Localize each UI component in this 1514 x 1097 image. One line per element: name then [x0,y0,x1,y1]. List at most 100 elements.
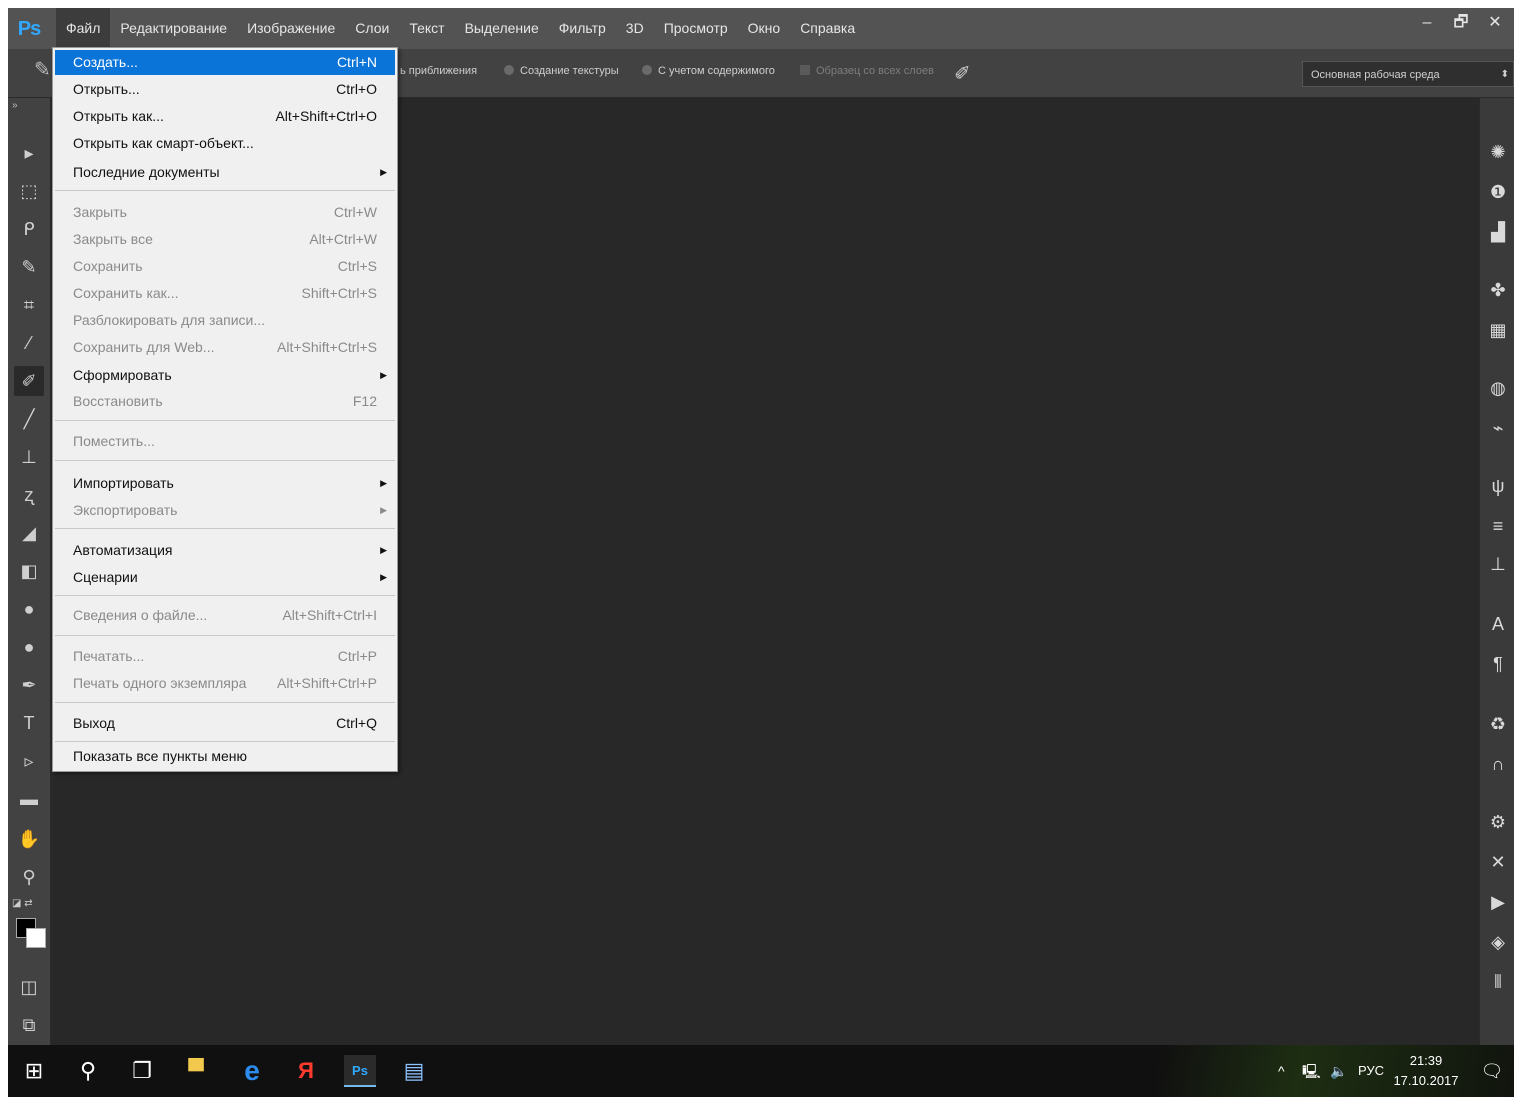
menu-item-exit[interactable]: Выход Ctrl+Q [55,711,395,736]
gradient-tool-icon[interactable]: ◧ [14,556,44,586]
menu-item-scripts[interactable]: Сценарии ▶ [55,565,395,590]
menu-item-file-info[interactable]: Сведения о файле... Alt+Shift+Ctrl+I [55,603,395,628]
yandex-browser-icon[interactable]: Я [290,1055,322,1087]
paths-panel-icon[interactable]: ∩ [1484,750,1512,778]
menu-edit[interactable]: Редактирование [110,8,237,49]
menu-item-print-one-copy[interactable]: Печать одного экземпляра Alt+Shift+Ctrl+P [55,671,395,696]
menu-item-close[interactable]: Закрыть Ctrl+W [55,200,395,225]
styles-panel-icon[interactable]: ✤ [1484,276,1512,304]
option-create-texture[interactable]: Создание текстуры [504,65,619,77]
clone-stamp-tool-icon[interactable]: ⊥ [14,442,44,472]
path-selection-tool-icon[interactable]: ▹ [14,746,44,776]
menu-item-import[interactable]: Импортировать ▶ [55,471,395,496]
pen-tool-icon[interactable]: ✒ [14,670,44,700]
menu-item-place[interactable]: Поместить... [55,429,395,454]
menu-window[interactable]: Окно [738,8,791,49]
menu-item-generate[interactable]: Сформировать ▶ [55,363,395,388]
eyedropper-tool-icon[interactable]: ⁄ [14,328,44,358]
blur-tool-icon[interactable]: ● [14,594,44,624]
crop-tool-icon[interactable]: ⌗ [14,290,44,320]
menu-3d[interactable]: 3D [616,8,654,49]
background-color-swatch[interactable] [26,928,46,948]
start-button-icon[interactable]: ⊞ [18,1055,50,1087]
menu-item-save-for-web[interactable]: Сохранить для Web... Alt+Shift+Ctrl+S [55,335,395,360]
notifications-icon[interactable]: 🗨3 [1478,1057,1506,1085]
rectangle-tool-icon[interactable]: ▬ [14,784,44,814]
navigator-panel-icon[interactable]: ◍ [1484,374,1512,402]
file-explorer-icon[interactable]: ▀ [180,1055,212,1087]
menu-item-open-as[interactable]: Открыть как... Alt+Shift+Ctrl+O [55,104,395,129]
menu-layers[interactable]: Слои [345,8,399,49]
menu-help[interactable]: Справка [790,8,865,49]
zoom-tool-icon[interactable]: ⚲ [14,862,44,892]
option-sample-all-layers[interactable]: Образец со всех слоев [800,65,934,77]
menu-item-print[interactable]: Печатать... Ctrl+P [55,644,395,669]
menu-item-open[interactable]: Открыть... Ctrl+O [55,77,395,102]
healing-brush-tool-icon[interactable]: ✐ [14,366,44,396]
quick-mask-icon[interactable]: ◫ [14,972,44,1002]
3d-panel-icon[interactable]: ♻ [1484,710,1512,738]
menu-item-export[interactable]: Экспортировать ▶ [55,498,395,523]
menu-type[interactable]: Текст [399,8,454,49]
adjustments-panel-icon[interactable]: ψ [1484,472,1512,500]
option-content-aware[interactable]: С учетом содержимого [642,65,775,77]
menu-image[interactable]: Изображение [237,8,345,49]
hand-tool-icon[interactable]: ✋ [14,824,44,854]
default-colors-icon[interactable]: ◪ ⇄ [12,898,33,909]
eraser-tool-icon[interactable]: ◢ [14,518,44,548]
swatches-panel-icon[interactable]: ▦ [1484,316,1512,344]
color-panel-icon[interactable]: ✺ [1484,138,1512,166]
timeline-panel-icon[interactable]: ⦀ [1484,968,1512,996]
search-icon[interactable]: ⚲ [72,1055,104,1087]
histogram-panel-icon[interactable]: ▟ [1484,218,1512,246]
network-icon[interactable]: 🖳 [1302,1045,1321,1097]
tray-overflow-icon[interactable]: ^ [1278,1045,1285,1097]
workspace-select[interactable]: Основная рабочая среда ⬍ [1302,61,1514,87]
menu-item-save[interactable]: Сохранить Ctrl+S [55,254,395,279]
menu-item-unlock-for-write[interactable]: Разблокировать для записи... [55,308,395,333]
language-indicator[interactable]: РУС [1358,1045,1384,1097]
menu-item-new[interactable]: Создать... Ctrl+N [55,50,395,75]
clone-source-panel-icon[interactable]: ⊥ [1484,550,1512,578]
menu-item-automate[interactable]: Автоматизация ▶ [55,538,395,563]
menu-item-open-smart-object[interactable]: Открыть как смарт-объект... [55,131,395,156]
option-proximity-match[interactable]: ь приближения [400,65,477,77]
menu-view[interactable]: Просмотр [654,8,738,49]
type-tool-icon[interactable]: T [14,708,44,738]
menu-filter[interactable]: Фильтр [549,8,616,49]
marquee-tool-icon[interactable]: ⬚ [14,176,44,206]
info-panel-icon[interactable]: ❶ [1484,178,1512,206]
brush-presets-panel-icon[interactable]: ⌁ [1484,414,1512,442]
edge-browser-icon[interactable]: e [236,1055,268,1087]
properties-panel-icon[interactable]: ≡ [1484,512,1512,540]
tool-presets-panel-icon[interactable]: ✕ [1484,848,1512,876]
menu-item-save-as[interactable]: Сохранить как... Shift+Ctrl+S [55,281,395,306]
taskbar-clock[interactable]: 21:39 17.10.2017 [1390,1051,1462,1091]
quick-selection-tool-icon[interactable]: ✎ [14,252,44,282]
menu-item-show-all-menu-items[interactable]: Показать все пункты меню [55,744,395,769]
screen-mode-icon[interactable]: ⧉ [14,1010,44,1040]
layers-panel-icon[interactable]: ◈ [1484,928,1512,956]
pressure-size-icon[interactable]: ✐ [954,61,971,86]
close-icon[interactable]: ✕ [1484,12,1506,34]
photoshop-taskbar-icon[interactable]: Ps [344,1055,376,1087]
menu-select[interactable]: Выделение [455,8,549,49]
channels-panel-icon[interactable]: ⚙ [1484,808,1512,836]
minimize-icon[interactable]: – [1416,12,1438,34]
volume-icon[interactable]: 🔈 [1330,1045,1347,1097]
actions-panel-icon[interactable]: ▶ [1484,888,1512,916]
dodge-tool-icon[interactable]: ● [14,632,44,662]
notepad-icon[interactable]: ▤ [398,1055,430,1087]
move-tool-icon[interactable]: ▸ [14,138,44,168]
character-panel-icon[interactable]: A [1484,610,1512,638]
menu-item-close-all[interactable]: Закрыть все Alt+Ctrl+W [55,227,395,252]
restore-icon[interactable]: 🗗 [1450,12,1472,34]
paragraph-panel-icon[interactable]: ¶ [1484,650,1512,678]
brush-tool-icon[interactable]: ╱ [14,404,44,434]
lasso-tool-icon[interactable]: ᑭ [14,214,44,244]
menu-item-revert[interactable]: Восстановить F12 [55,389,395,414]
collapse-icon[interactable]: » [12,100,18,111]
task-view-icon[interactable]: ❐ [126,1055,158,1087]
menu-file[interactable]: Файл [56,8,111,49]
history-brush-tool-icon[interactable]: ʐ [14,480,44,510]
